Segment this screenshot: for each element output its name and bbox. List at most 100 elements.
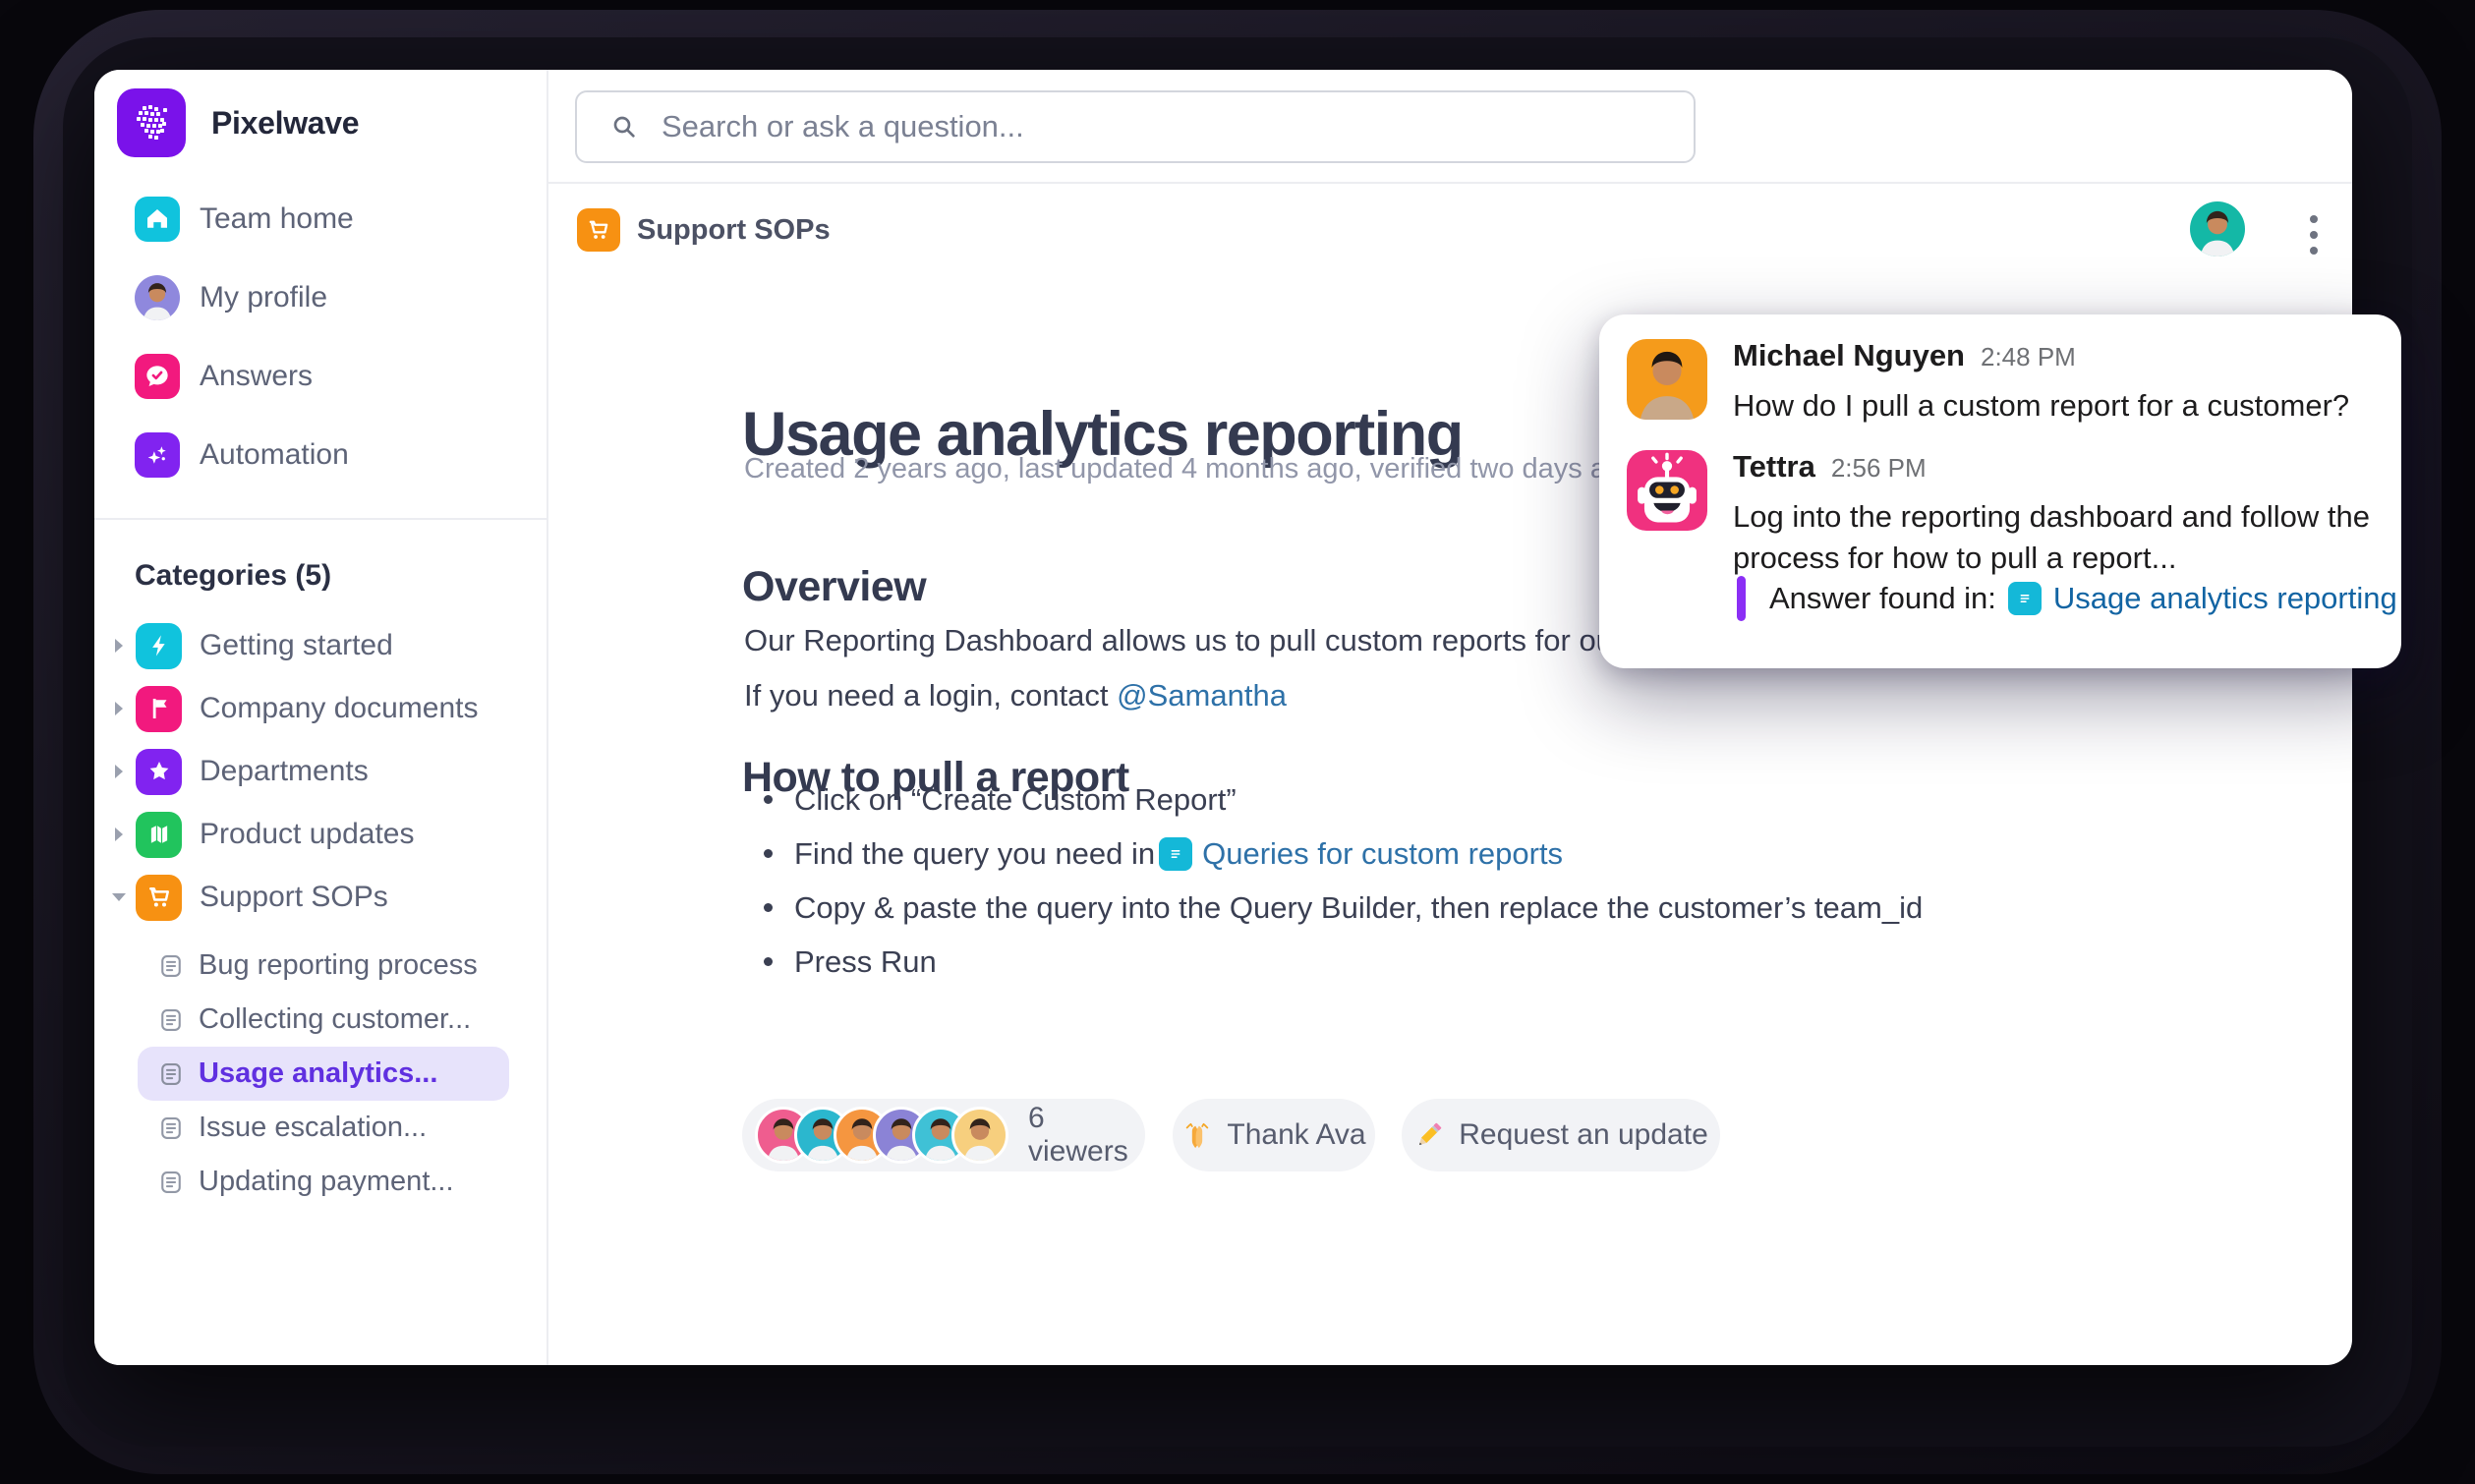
workspace-name: Pixelwave: [211, 105, 359, 142]
page-updating-payment[interactable]: Updating payment...: [138, 1155, 509, 1209]
slack-chat-overlay: Michael Nguyen 2:48 PM How do I pull a c…: [1599, 314, 2401, 668]
flag-icon: [136, 686, 182, 732]
breadcrumb[interactable]: Support SOPs: [637, 214, 831, 247]
message-header: Michael Nguyen 2:48 PM: [1733, 338, 2076, 373]
queries-page-link[interactable]: Queries for custom reports: [1202, 836, 1563, 872]
list-item: Find the query you need in Queries for c…: [764, 827, 1923, 881]
category-list: Getting started Company documents Depart…: [94, 614, 547, 929]
document-icon: [2008, 582, 2042, 615]
search-input[interactable]: Search or ask a question...: [575, 90, 1696, 163]
howto-list: Click on “Create Custom Report” Find the…: [764, 772, 1923, 989]
sparkles-icon: [135, 432, 180, 478]
document-icon: [157, 952, 185, 980]
page-usage-analytics[interactable]: Usage analytics...: [138, 1047, 509, 1101]
user-avatar[interactable]: [2190, 201, 2245, 257]
list-item-text: Copy & paste the query into the Query Bu…: [794, 890, 1923, 926]
message-author: Michael Nguyen: [1733, 338, 1965, 373]
categories-heading: Categories (5): [135, 559, 331, 593]
sidebar-item-label: Team home: [200, 202, 354, 236]
sidebar-item-answers[interactable]: Answers: [94, 337, 547, 416]
breadcrumb-cart-icon: [577, 208, 620, 252]
login-text: If you need a login, contact: [744, 678, 1117, 713]
page-label: Updating payment...: [199, 1166, 454, 1198]
app-window: Pixelwave Team home My profile: [94, 70, 2352, 1365]
page-label: Collecting customer...: [199, 1003, 471, 1036]
sidebar-divider: [94, 518, 547, 520]
message-timestamp: 2:48 PM: [1981, 342, 2076, 372]
list-item-text: Press Run: [794, 944, 937, 980]
category-label: Getting started: [200, 629, 393, 662]
page-label: Bug reporting process: [199, 949, 478, 982]
category-label: Departments: [200, 755, 369, 788]
pixelwave-logo-icon: [117, 88, 186, 157]
request-update-label: Request an update: [1459, 1118, 1708, 1152]
list-item: Click on “Create Custom Report”: [764, 772, 1923, 827]
answer-blockquote: Answer found in: Usage analytics reporti…: [1737, 576, 2397, 621]
header-divider: [548, 182, 2352, 184]
chevron-right-icon[interactable]: [102, 637, 136, 655]
request-update-button[interactable]: Request an update: [1402, 1099, 1720, 1171]
page-bug-reporting[interactable]: Bug reporting process: [138, 939, 509, 993]
sidebar-item-label: My profile: [200, 281, 327, 314]
category-product-updates[interactable]: Product updates: [94, 803, 547, 866]
blockquote-bar: [1737, 576, 1746, 621]
samantha-mention-link[interactable]: @Samantha: [1117, 678, 1287, 713]
more-options-kebab-icon[interactable]: [2292, 207, 2335, 262]
document-icon: [157, 1006, 185, 1034]
sidebar-item-my-profile[interactable]: My profile: [94, 258, 547, 337]
answers-chat-check-icon: [135, 354, 180, 399]
category-company-documents[interactable]: Company documents: [94, 677, 547, 740]
cart-icon: [136, 875, 182, 921]
profile-avatar: [135, 275, 180, 320]
sidebar-item-team-home[interactable]: Team home: [94, 180, 547, 258]
message-text: Log into the reporting dashboard and fol…: [1733, 496, 2372, 579]
document-icon: [1159, 837, 1192, 871]
page-collecting-customer[interactable]: Collecting customer...: [138, 993, 509, 1047]
page-issue-escalation[interactable]: Issue escalation...: [138, 1101, 509, 1155]
message-header: Tettra 2:56 PM: [1733, 449, 1927, 485]
overview-paragraph: Our Reporting Dashboard allows us to pul…: [744, 623, 1623, 658]
page-list: Bug reporting process Collecting custome…: [94, 939, 547, 1209]
chevron-down-icon[interactable]: [102, 889, 136, 905]
thank-button[interactable]: Thank Ava: [1173, 1099, 1375, 1171]
category-label: Company documents: [200, 692, 478, 725]
star-icon: [136, 749, 182, 795]
workspace-header[interactable]: Pixelwave: [117, 88, 359, 157]
message-timestamp: 2:56 PM: [1831, 453, 1927, 484]
category-departments[interactable]: Departments: [94, 740, 547, 803]
tettra-bot-avatar: [1627, 450, 1707, 531]
chevron-right-icon[interactable]: [102, 826, 136, 843]
search-icon: [608, 111, 640, 143]
answer-found-label: Answer found in:: [1769, 581, 1996, 616]
screenshot-stage: Pixelwave Team home My profile: [0, 0, 2475, 1484]
viewers-count-label: 6 viewers: [1028, 1102, 1145, 1169]
page-label: Issue escalation...: [199, 1112, 427, 1144]
avatar: [951, 1107, 1008, 1164]
michael-avatar: [1627, 339, 1707, 420]
praying-hands-icon: [1181, 1119, 1213, 1151]
page-meta: Created 2 years ago, last updated 4 mont…: [744, 453, 1638, 485]
pencil-icon: [1413, 1119, 1445, 1151]
chevron-right-icon[interactable]: [102, 763, 136, 780]
sidebar: Pixelwave Team home My profile: [94, 70, 548, 1365]
page-label: Usage analytics...: [199, 1057, 437, 1090]
list-item-text: Click on “Create Custom Report”: [794, 782, 1237, 818]
document-icon: [157, 1169, 185, 1196]
answer-page-link[interactable]: Usage analytics reporting: [2053, 581, 2397, 616]
search-placeholder: Search or ask a question...: [662, 109, 1024, 144]
message-text: How do I pull a custom report for a cust…: [1733, 385, 2372, 427]
viewers-pill[interactable]: 6 viewers: [742, 1099, 1145, 1171]
document-icon: [157, 1114, 185, 1142]
home-icon: [135, 197, 180, 242]
category-getting-started[interactable]: Getting started: [94, 614, 547, 677]
category-support-sops[interactable]: Support SOPs: [94, 866, 547, 929]
message-author: Tettra: [1733, 449, 1815, 485]
lightning-icon: [136, 623, 182, 669]
viewer-avatar-stack: [755, 1107, 1008, 1164]
thank-label: Thank Ava: [1227, 1118, 1365, 1152]
chevron-right-icon[interactable]: [102, 700, 136, 717]
document-icon: [157, 1060, 185, 1088]
sidebar-item-automation[interactable]: Automation: [94, 416, 547, 494]
category-label: Product updates: [200, 818, 414, 851]
category-label: Support SOPs: [200, 881, 388, 914]
